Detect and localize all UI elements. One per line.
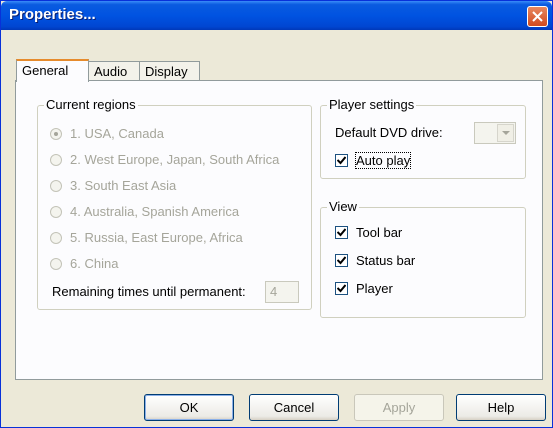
player-settings-group: Player settings Default DVD drive: Auto … (320, 97, 526, 179)
radio-button (50, 232, 62, 244)
radio-selected-dot (54, 132, 58, 136)
region-label-4: 4. Australia, Spanish America (70, 204, 240, 219)
region-label-6: 6. China (70, 256, 119, 271)
help-button-label: Help (487, 400, 515, 415)
player-label: Player (356, 281, 393, 296)
region-label-2: 2. West Europe, Japan, South Africa (70, 152, 280, 167)
region-label-3: 3. South East Asia (70, 178, 177, 193)
default-dvd-drive-select[interactable] (474, 122, 516, 144)
cancel-button[interactable]: Cancel (249, 394, 339, 421)
tab-audio-label: Audio (94, 64, 128, 79)
window-title: Properties... (9, 6, 96, 23)
checkbox-box (335, 154, 348, 167)
current-regions-title: Current regions (44, 97, 138, 112)
apply-button-label: Apply (382, 400, 416, 415)
dropdown-button[interactable] (497, 124, 514, 142)
view-title: View (327, 199, 359, 214)
properties-dialog: Properties... General Audio Display Curr… (0, 0, 553, 428)
current-regions-group: Current regions 1. USA, Canada 2. West E… (37, 97, 312, 310)
ok-button-label: OK (179, 400, 199, 415)
status-bar-label: Status bar (356, 253, 416, 268)
region-label-1: 1. USA, Canada (70, 126, 164, 141)
checkbox-box (335, 282, 348, 295)
checkmark-icon (337, 284, 346, 293)
radio-button (50, 180, 62, 192)
chevron-down-icon (502, 131, 510, 135)
tab-display-label: Display (145, 64, 188, 79)
checkmark-icon (337, 228, 346, 237)
radio-button (50, 206, 62, 218)
tab-general-label: General (22, 63, 69, 78)
checkbox-box (335, 226, 348, 239)
checkmark-icon (337, 156, 346, 165)
default-dvd-drive-label: Default DVD drive: (335, 125, 443, 140)
player-settings-title: Player settings (327, 97, 417, 112)
radio-button (50, 258, 62, 270)
tab-general[interactable]: General (16, 59, 89, 82)
tool-bar-label: Tool bar (356, 225, 403, 240)
tab-audio[interactable]: Audio (88, 61, 140, 80)
remaining-times-value: 4 (270, 284, 278, 299)
auto-play-label: Auto play (354, 152, 412, 169)
ok-button[interactable]: OK (144, 394, 234, 421)
apply-button[interactable]: Apply (354, 394, 444, 421)
tab-display[interactable]: Display (139, 61, 200, 80)
title-bar[interactable]: Properties... (1, 1, 552, 30)
cancel-button-label: Cancel (273, 400, 315, 415)
general-tab-panel: Current regions 1. USA, Canada 2. West E… (15, 80, 543, 380)
close-button[interactable] (527, 6, 548, 27)
help-button[interactable]: Help (456, 394, 546, 421)
remaining-times-label: Remaining times until permanent: (52, 284, 246, 299)
checkbox-box (335, 254, 348, 267)
radio-button (50, 154, 62, 166)
radio-button (50, 128, 62, 140)
view-group: View Tool bar Status bar Player (320, 199, 526, 318)
checkmark-icon (337, 256, 346, 265)
region-label-5: 5. Russia, East Europe, Africa (70, 230, 243, 245)
remaining-times-field: 4 (265, 281, 299, 303)
close-icon (532, 11, 543, 22)
